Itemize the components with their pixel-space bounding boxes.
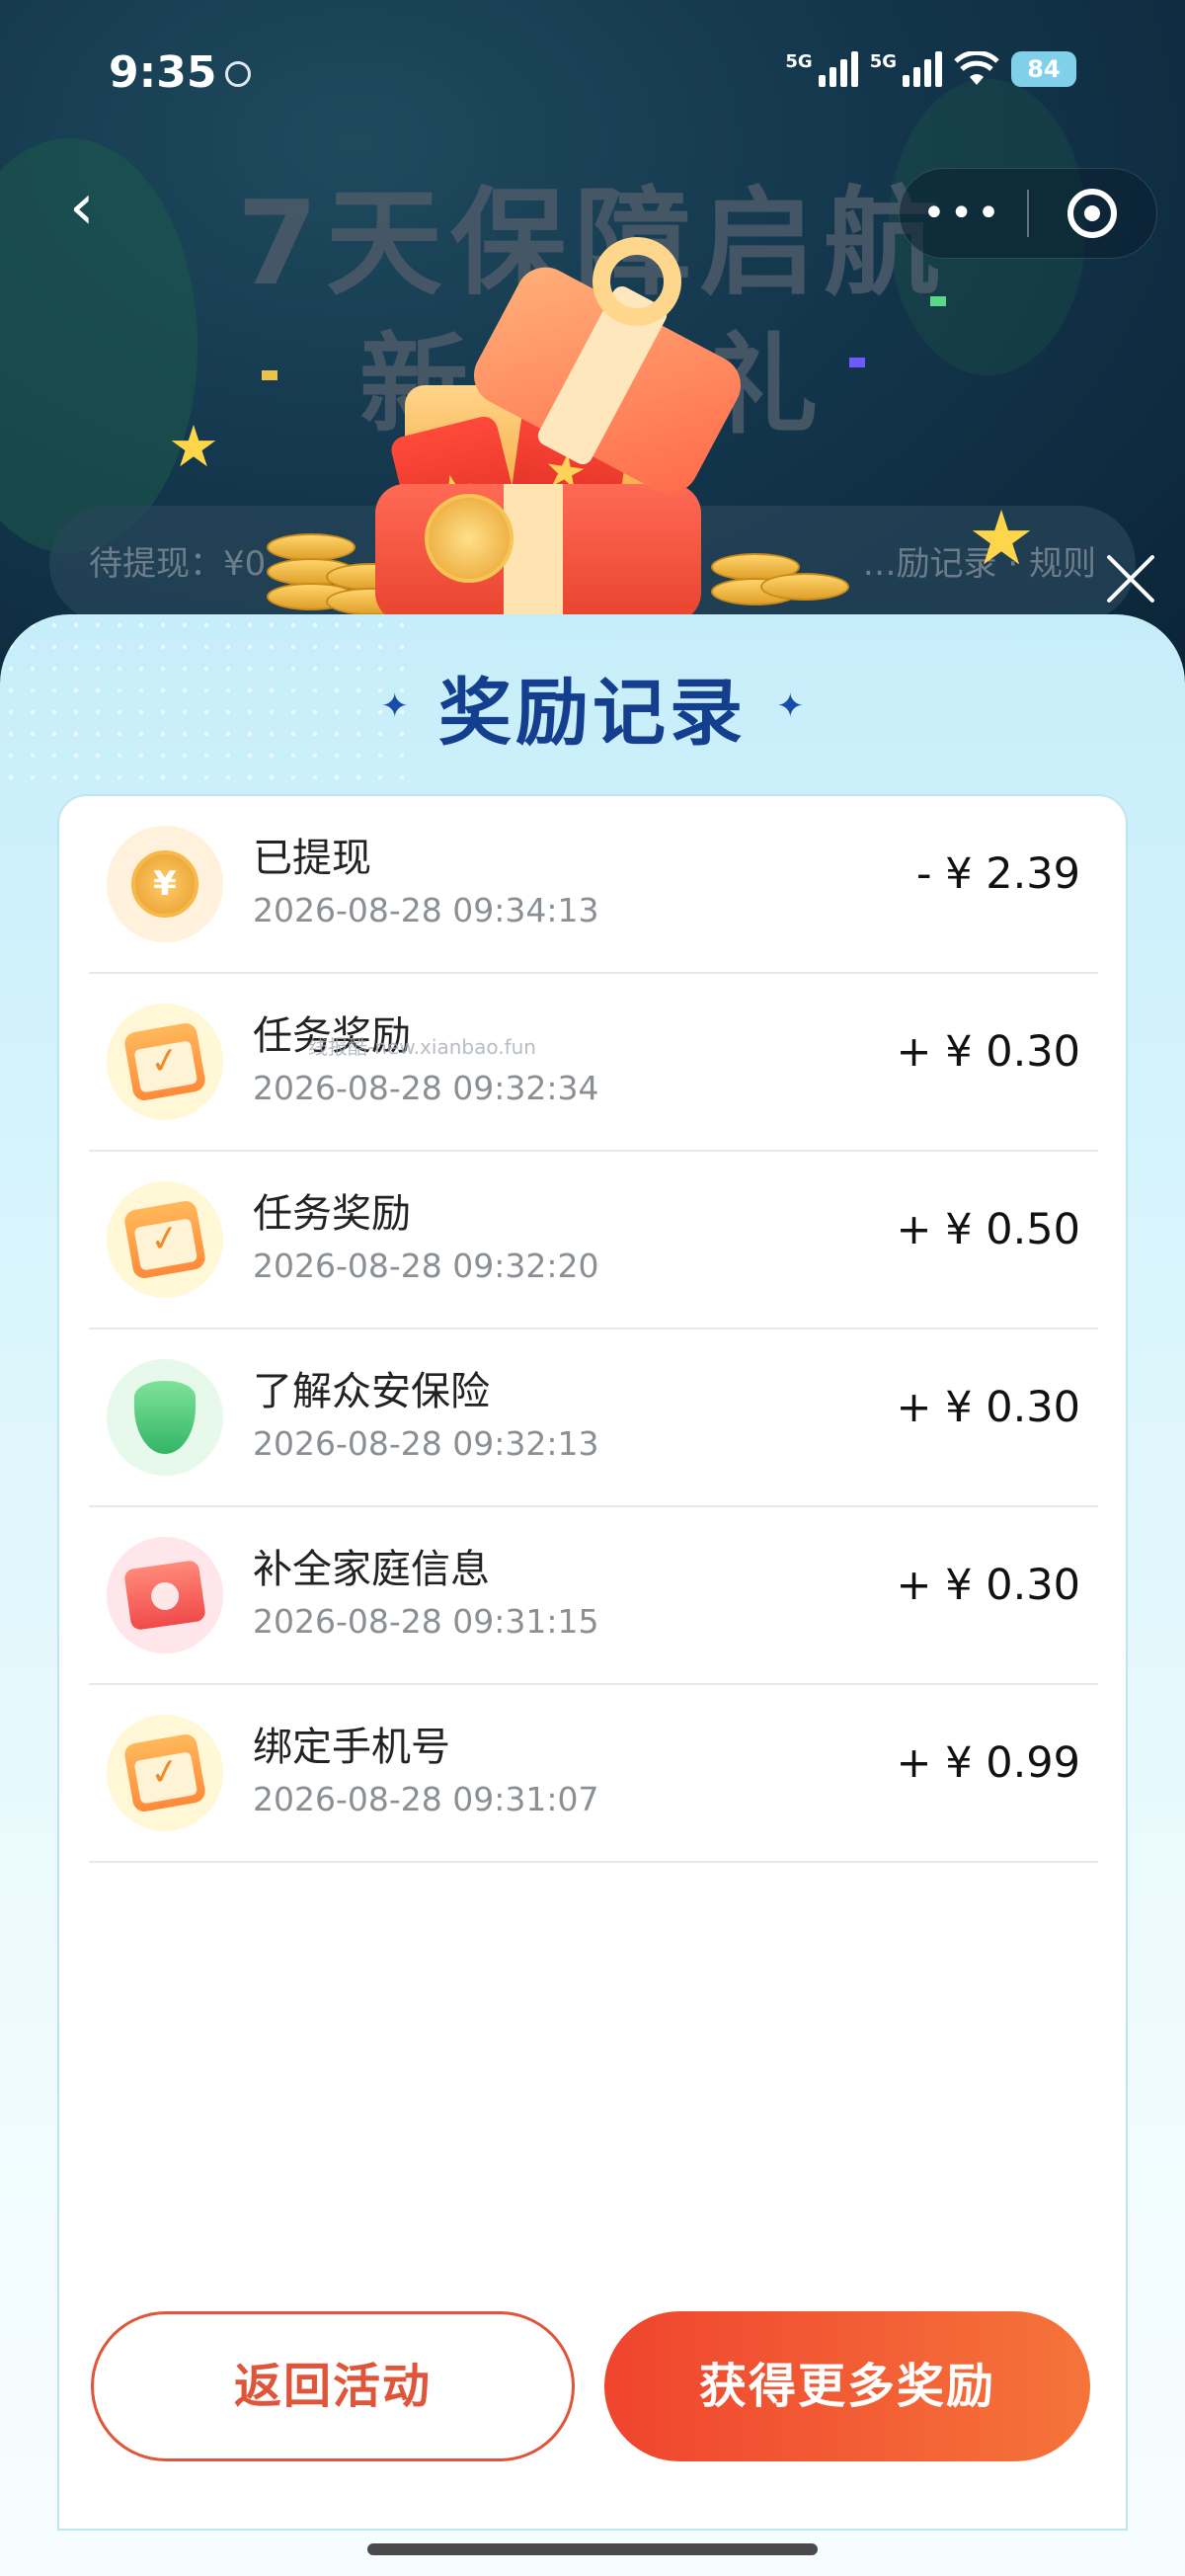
record-row: 任务奖励 2026-08-28 09:32:20 + ¥ 0.50 bbox=[89, 1152, 1098, 1329]
record-time: 2026-08-28 09:31:15 bbox=[253, 1602, 599, 1641]
record-amount: + ¥ 0.30 bbox=[896, 1027, 1080, 1077]
gift-box-illustration: ★ ★ bbox=[267, 237, 849, 632]
record-title: 绑定手机号 bbox=[253, 1725, 450, 1770]
star-decoration: ★ bbox=[168, 413, 219, 480]
record-title: 任务奖励 bbox=[253, 1191, 411, 1237]
message-notification-icon bbox=[225, 61, 251, 87]
record-row: ¥ 已提现 2026-08-28 09:34:13 - ¥ 2.39 bbox=[89, 796, 1098, 974]
sheet-header: ✦ 奖励记录 ✦ bbox=[0, 652, 1185, 761]
miniapp-capsule: ••• bbox=[899, 168, 1157, 259]
calendar-check-icon bbox=[107, 1715, 223, 1831]
record-amount: - ¥ 2.39 bbox=[916, 849, 1080, 899]
get-more-rewards-button[interactable]: 获得更多奖励 bbox=[604, 2311, 1090, 2461]
confetti-decoration bbox=[849, 358, 865, 367]
shield-icon bbox=[107, 1359, 223, 1476]
record-row: 绑定手机号 2026-08-28 09:31:07 + ¥ 0.99 bbox=[89, 1685, 1098, 1863]
confetti-decoration bbox=[262, 370, 277, 380]
record-title: 补全家庭信息 bbox=[253, 1547, 490, 1592]
record-time: 2026-08-28 09:32:34 bbox=[253, 1069, 599, 1107]
cellular-signal-icon: 5G bbox=[785, 51, 858, 87]
reward-records-sheet: ✦ 奖励记录 ✦ ¥ 已提现 2026-08-28 09:34:13 - ¥ 2… bbox=[0, 614, 1185, 2576]
record-row: 补全家庭信息 2026-08-28 09:31:15 + ¥ 0.30 bbox=[89, 1507, 1098, 1685]
record-time: 2026-08-28 09:34:13 bbox=[253, 891, 599, 929]
coin-icon: ¥ bbox=[107, 826, 223, 942]
status-icons: 5G 5G 84 bbox=[785, 49, 1076, 87]
status-bar: 9:35 5G 5G 84 bbox=[0, 0, 1185, 148]
record-time: 2026-08-28 09:32:20 bbox=[253, 1247, 599, 1285]
record-time: 2026-08-28 09:31:07 bbox=[253, 1780, 599, 1818]
close-sheet-icon[interactable] bbox=[1101, 548, 1160, 607]
return-to-activity-button[interactable]: 返回活动 bbox=[91, 2311, 575, 2461]
target-icon bbox=[1067, 189, 1118, 238]
calendar-check-icon bbox=[107, 1181, 223, 1298]
record-row: 任务奖励 2026-08-28 09:32:34 + ¥ 0.30 bbox=[89, 974, 1098, 1152]
record-title: 了解众安保险 bbox=[253, 1369, 490, 1414]
pending-withdraw-text: 待提现：¥0 bbox=[89, 544, 267, 584]
wifi-icon bbox=[954, 49, 999, 87]
record-amount: + ¥ 0.30 bbox=[896, 1383, 1080, 1432]
status-time: 9:35 bbox=[109, 47, 217, 98]
confetti-decoration bbox=[930, 296, 946, 306]
star-decoration: ★ bbox=[968, 494, 1036, 582]
sheet-title: 奖励记录 bbox=[438, 654, 747, 760]
record-amount: + ¥ 0.30 bbox=[896, 1561, 1080, 1610]
sparkle-icon: ✦ bbox=[380, 686, 410, 726]
battery-icon: 84 bbox=[1011, 51, 1076, 87]
records-list: ¥ 已提现 2026-08-28 09:34:13 - ¥ 2.39 任务奖励 … bbox=[57, 794, 1128, 2531]
more-options-button[interactable]: ••• bbox=[900, 194, 1027, 233]
close-miniapp-button[interactable] bbox=[1029, 189, 1156, 238]
record-amount: + ¥ 0.99 bbox=[896, 1738, 1080, 1788]
record-time: 2026-08-28 09:32:13 bbox=[253, 1424, 599, 1463]
record-amount: + ¥ 0.50 bbox=[896, 1205, 1080, 1254]
record-row: 了解众安保险 2026-08-28 09:32:13 + ¥ 0.30 bbox=[89, 1329, 1098, 1507]
sparkle-icon: ✦ bbox=[776, 686, 805, 726]
record-title: 已提现 bbox=[253, 836, 371, 881]
folder-user-icon bbox=[107, 1537, 223, 1653]
home-indicator[interactable] bbox=[367, 2543, 818, 2555]
calendar-check-icon bbox=[107, 1004, 223, 1120]
cellular-signal-icon: 5G bbox=[870, 51, 942, 87]
watermark-text: 线报酷-new.xianbao.fun bbox=[308, 1035, 536, 1059]
back-chevron-icon[interactable]: ‹ bbox=[69, 176, 128, 247]
